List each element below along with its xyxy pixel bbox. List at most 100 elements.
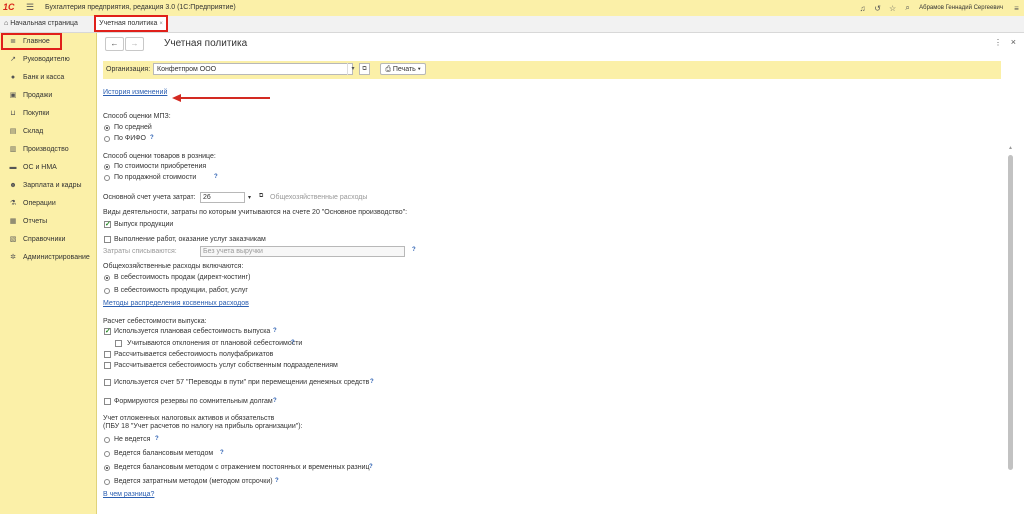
calc2-checkbox[interactable] <box>115 340 122 347</box>
calc1-checkbox[interactable]: ✓ <box>104 328 111 335</box>
sidebar-item-purchases[interactable]: ⊔ Покупки <box>0 105 96 123</box>
sidebar-item-production[interactable]: ▥ Производство <box>0 141 96 159</box>
sidebar: ≣ Главное ↗ Руководителю ● Банк и касса ▣ Пр… <box>0 33 97 514</box>
retail-title: Способ оценки товаров в рознице: <box>103 153 216 160</box>
sidebar-item-manager[interactable]: ↗ Руководителю <box>0 51 96 69</box>
overhead-opt1-label: В себестоимость продаж (директ-костинг) <box>114 274 251 281</box>
retail-radio-cost[interactable] <box>104 164 110 170</box>
sidebar-item-directories[interactable]: ▧ Справочники <box>0 231 96 249</box>
cart-icon: ⊔ <box>10 110 16 117</box>
mpz-radio-fifo[interactable] <box>104 136 110 142</box>
mpz-opt2-label: По ФИФО <box>114 135 146 142</box>
truck-icon: ▬ <box>9 164 17 171</box>
help-icon[interactable]: ? <box>155 436 159 442</box>
report-icon: ▦ <box>9 218 17 225</box>
bell-icon[interactable]: ♫ <box>855 4 870 13</box>
calc4-label: Рассчитывается себестоимость услуг собст… <box>114 362 338 369</box>
calc3-checkbox[interactable] <box>104 351 111 358</box>
back-button[interactable]: ← <box>105 37 124 51</box>
star-icon[interactable]: ☆ <box>885 4 900 13</box>
pbu-radio-none[interactable] <box>104 437 110 443</box>
organization-bar: Организация: Конфетпром ООО ▾ ⧉ ⎙ Печать… <box>103 61 1001 79</box>
scroll-up-icon[interactable]: ▲ <box>1008 145 1013 151</box>
help-icon[interactable]: ? <box>214 174 218 180</box>
pbu1-label: Не ведется <box>114 436 151 443</box>
act2-checkbox[interactable] <box>104 236 111 243</box>
sidebar-main-highlight <box>1 33 62 50</box>
history-link[interactable]: История изменений <box>103 89 167 96</box>
form-topbar: ← → Учетная политика ⋮ × <box>97 33 1024 55</box>
print-button[interactable]: ⎙ Печать ▾ <box>380 63 426 75</box>
forward-button[interactable]: → <box>125 37 144 51</box>
mpz-title: Способ оценки МПЗ: <box>103 113 171 120</box>
pbu-radio-balance[interactable] <box>104 451 110 457</box>
sidebar-item-warehouse[interactable]: ▤ Склад <box>0 123 96 141</box>
people-icon: ☻ <box>9 182 17 189</box>
titlebar-tools: ♫ ↺ ☆ ⌕ Абрамов Геннадий Сергеевич ≡ <box>855 2 1024 14</box>
cost-account-desc: Общехозяйственные расходы <box>270 194 368 201</box>
sidebar-item-operations[interactable]: ⚗ Операции <box>0 195 96 213</box>
org-input[interactable]: Конфетпром ООО <box>153 63 353 75</box>
retail-opt2-label: По продажной стоимости <box>114 174 197 181</box>
help-icon[interactable]: ? <box>370 379 374 385</box>
open-icon[interactable]: ⧉ <box>259 193 263 200</box>
reserves-label: Формируются резервы по сомнительным долг… <box>114 398 273 405</box>
activities-title: Виды деятельности, затраты по которым уч… <box>103 209 408 216</box>
annotation-arrow-head <box>172 94 181 102</box>
help-icon[interactable]: ? <box>275 478 279 484</box>
sidebar-item-sales[interactable]: ▣ Продажи <box>0 87 96 105</box>
help-icon[interactable]: ? <box>220 450 224 456</box>
form-content: ← → Учетная политика ⋮ × Организация: Ко… <box>97 33 1024 514</box>
menu-icon[interactable]: ☰ <box>26 2 34 13</box>
pbu-radio-balance-diff[interactable] <box>104 465 110 471</box>
help-icon[interactable]: ? <box>273 398 277 404</box>
org-label: Организация: <box>106 66 151 73</box>
open-icon[interactable]: ⧉ <box>359 63 370 75</box>
pbu-radio-cost[interactable] <box>104 479 110 485</box>
chevron-down-icon[interactable]: ▾ <box>347 63 358 75</box>
gear-icon: ✲ <box>10 254 16 261</box>
sidebar-item-salary[interactable]: ☻ Зарплата и кадры <box>0 177 96 195</box>
act2-label: Выполнение работ, оказание услуг заказчи… <box>114 236 266 243</box>
calc3-label: Рассчитывается себестоимость полуфабрика… <box>114 351 274 358</box>
mpz-radio-average[interactable] <box>104 125 110 131</box>
close-icon[interactable]: × <box>1011 37 1016 47</box>
box-icon: ▤ <box>9 128 17 135</box>
overhead-radio-full[interactable] <box>104 288 110 294</box>
difference-link[interactable]: В чем разница? <box>103 491 154 498</box>
book-icon: ▧ <box>9 236 17 243</box>
overhead-radio-direct[interactable] <box>104 275 110 281</box>
overhead-opt2-label: В себестоимость продукции, работ, услуг <box>114 287 248 294</box>
act1-checkbox[interactable]: ✓ <box>104 221 111 228</box>
retail-opt1-label: По стоимости приобретения <box>114 163 207 170</box>
help-icon[interactable]: ? <box>291 340 295 346</box>
help-icon[interactable]: ? <box>412 247 416 253</box>
transit-checkbox[interactable] <box>104 379 111 386</box>
sidebar-item-bank[interactable]: ● Банк и касса <box>0 69 96 87</box>
sidebar-item-assets[interactable]: ▬ ОС и НМА <box>0 159 96 177</box>
history-icon[interactable]: ↺ <box>870 4 885 13</box>
writeoff-label: Затраты списываются: <box>103 248 177 255</box>
chevron-down-icon[interactable]: ▾ <box>248 194 251 201</box>
settings-icon[interactable]: ≡ <box>1009 4 1024 13</box>
sidebar-item-reports[interactable]: ▦ Отчеты <box>0 213 96 231</box>
help-icon[interactable]: ? <box>150 135 154 141</box>
user-name[interactable]: Абрамов Геннадий Сергеевич <box>919 5 1003 11</box>
more-icon[interactable]: ⋮ <box>994 38 1002 47</box>
retail-radio-sale[interactable] <box>104 175 110 181</box>
help-icon[interactable]: ? <box>273 328 277 334</box>
help-icon[interactable]: ? <box>369 464 373 470</box>
reserves-checkbox[interactable] <box>104 398 111 405</box>
calc4-checkbox[interactable] <box>104 362 111 369</box>
scrollbar-thumb[interactable] <box>1008 155 1013 470</box>
tab-home[interactable]: ⌂ Начальная страница <box>4 16 78 32</box>
chart-icon: ↗ <box>10 56 16 63</box>
bag-icon: ▣ <box>9 92 17 99</box>
pbu3-label: Ведется балансовым методом с отражением … <box>114 464 370 471</box>
sidebar-item-admin[interactable]: ✲ Администрирование <box>0 249 96 267</box>
calc2-label: Учитываются отклонения от плановой себес… <box>127 340 303 347</box>
distribution-link[interactable]: Методы распределения косвенных расходов <box>103 300 249 307</box>
search-icon[interactable]: ⌕ <box>900 3 915 13</box>
pbu4-label: Ведется затратным методом (методом отсро… <box>114 478 273 485</box>
cost-account-input[interactable]: 26 <box>200 192 245 203</box>
